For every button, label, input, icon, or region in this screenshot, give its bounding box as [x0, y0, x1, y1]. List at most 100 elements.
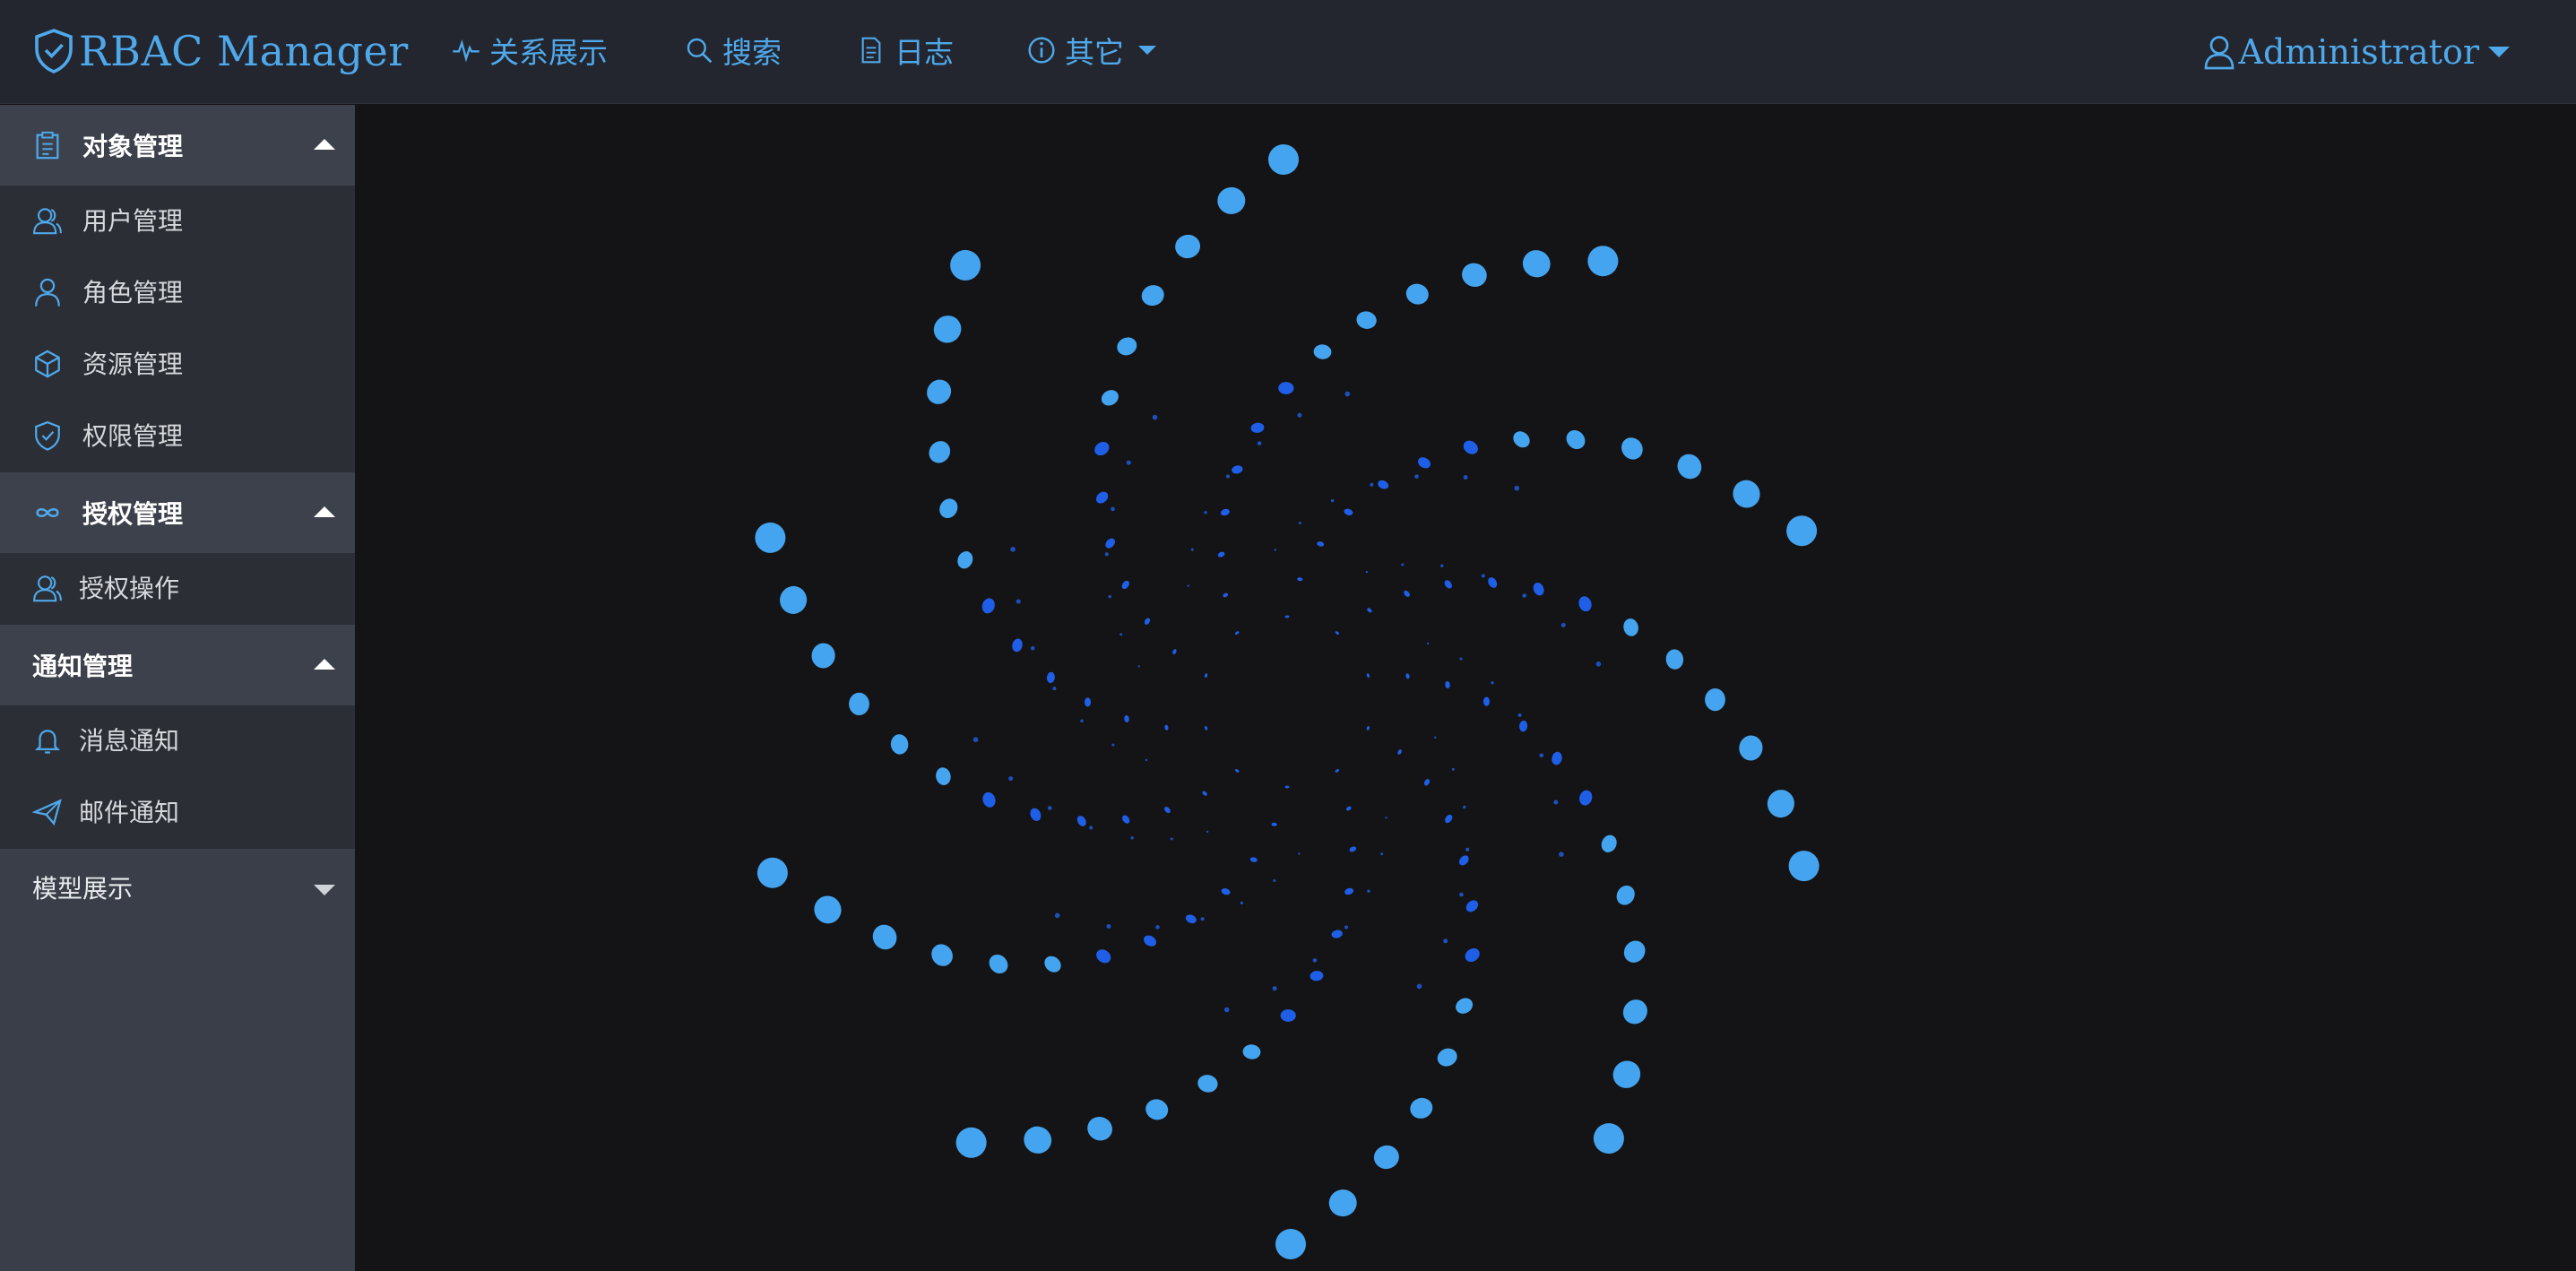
sidebar-item-resources[interactable]: 资源管理	[0, 329, 355, 401]
clipboard-icon	[36, 131, 59, 160]
spinner-dot	[1145, 1099, 1169, 1120]
spinner-dot	[1456, 998, 1474, 1014]
spinner-dot	[1593, 1123, 1624, 1154]
sidebar-group-label: 模型展示	[32, 874, 134, 904]
spinner-trail-dot	[1414, 474, 1419, 479]
loading-spinner	[755, 144, 1820, 1259]
chevron-down-icon	[1138, 46, 1156, 55]
spinner-trail-dot	[1155, 925, 1160, 929]
spinner-trail-dot	[1145, 758, 1148, 762]
spinner-trail-dot	[1553, 800, 1559, 805]
spinner-dot	[1437, 1048, 1457, 1067]
pulse-icon	[453, 39, 480, 63]
spinner-dot	[1313, 344, 1332, 359]
sidebar-item-messages[interactable]: 消息通知	[0, 705, 355, 777]
spinner-dot	[1519, 720, 1528, 732]
spinner-dot	[1331, 929, 1343, 938]
sidebar-item-mail[interactable]: 邮件通知	[0, 777, 355, 849]
nav-other-dropdown[interactable]: 其它	[1027, 27, 1156, 73]
spinner-trail-dot	[1257, 441, 1262, 445]
spinner-trail-dot	[1459, 657, 1463, 661]
spinner-dot	[1405, 673, 1410, 679]
spinner-dot	[1405, 283, 1429, 305]
spinner-trail-dot	[1539, 753, 1544, 758]
spinner-trail-dot	[1344, 391, 1351, 397]
sidebar-item-users[interactable]: 用户管理	[0, 186, 355, 257]
spinner-dot	[1012, 638, 1023, 653]
spinner-trail-dot	[1312, 958, 1318, 963]
spinner-dot	[1335, 631, 1340, 636]
spinner-trail-dot	[1274, 549, 1276, 551]
spinner-trail-dot	[1380, 852, 1384, 856]
sidebar-item-label: 授权操作	[79, 574, 180, 603]
nav-relations[interactable]: 关系展示	[452, 27, 608, 73]
sidebar-group-label: 通知管理	[32, 652, 134, 681]
spinner-dot	[1665, 649, 1684, 670]
spinner-trail-dot	[1440, 564, 1444, 567]
spinner-trail-dot	[1226, 474, 1230, 479]
spinner-dot	[1418, 457, 1431, 469]
nav-search-label: 搜索	[722, 35, 782, 70]
spinner-dot	[1733, 480, 1760, 508]
spinner-dot	[1310, 971, 1324, 981]
bell-icon	[34, 730, 61, 754]
sidebar-item-authorize-operation[interactable]: 授权操作	[0, 553, 355, 625]
spinner-dot	[1144, 618, 1151, 625]
spinner-dot	[1587, 246, 1619, 277]
sidebar-item-roles[interactable]: 角色管理	[0, 257, 355, 329]
spinner-dot	[955, 1127, 987, 1158]
spinner-dot	[1275, 1229, 1306, 1259]
spinner-dot	[1366, 673, 1370, 679]
nav-relations-label: 关系展示	[489, 35, 608, 70]
nav-search[interactable]: 搜索	[685, 27, 782, 73]
spinner-dot	[1046, 671, 1055, 684]
spinner-dot	[1788, 851, 1820, 882]
spinner-dot	[981, 598, 995, 614]
sidebar-group-notifications[interactable]: 通知管理	[0, 625, 355, 705]
spinner-dot	[982, 791, 996, 808]
shield-check-icon	[35, 420, 60, 451]
spinner-dot	[1458, 855, 1469, 866]
spinner-dot	[1121, 580, 1129, 590]
spinner-dot	[1117, 337, 1137, 356]
spinner-dot	[1786, 515, 1818, 547]
spinner-dot	[890, 734, 909, 755]
spinner-dot	[1601, 834, 1617, 852]
spinner-trail-dot	[1190, 548, 1194, 551]
info-icon	[1028, 37, 1055, 64]
spinner-dot	[939, 498, 958, 519]
nav-logs[interactable]: 日志	[857, 27, 954, 73]
user-menu[interactable]: Administrator	[2203, 27, 2510, 77]
sidebar-item-label: 消息通知	[79, 726, 180, 756]
spinner-trail-dot	[1104, 552, 1109, 557]
spinner-dot	[1232, 465, 1243, 474]
spinner-trail-dot	[1111, 743, 1115, 747]
sidebar-group-models[interactable]: 模型展示	[0, 849, 355, 929]
chevron-up-icon	[314, 139, 335, 150]
nav-logs-label: 日志	[895, 35, 954, 70]
spinner-dot	[931, 944, 953, 966]
spinner-dot	[1317, 541, 1325, 547]
spinner-dot	[1328, 1189, 1357, 1217]
sidebar-group-authorization[interactable]: 授权管理	[0, 472, 355, 553]
sidebar-item-label: 资源管理	[82, 350, 184, 379]
spinner-dot	[755, 522, 786, 553]
spinner-dot	[1378, 480, 1389, 489]
spinner-dot	[1223, 592, 1229, 598]
spinner-dot	[1356, 311, 1377, 329]
sidebar-item-permissions[interactable]: 权限管理	[0, 401, 355, 472]
spinner-dot	[1566, 429, 1586, 450]
spinner-trail-dot	[1052, 687, 1057, 691]
sidebar-group-objects[interactable]: 对象管理	[0, 105, 355, 186]
spinner-trail-dot	[1108, 594, 1111, 599]
brand[interactable]: RBAC Manager	[32, 22, 409, 81]
chevron-down-icon	[314, 885, 335, 895]
spinner-trail-dot	[1298, 852, 1301, 855]
spinner-dot	[1345, 806, 1352, 811]
spinner-dot	[1030, 808, 1042, 821]
cube-icon	[35, 350, 60, 378]
spinner-trail-dot	[1204, 511, 1207, 514]
spinner-trail-dot	[1481, 574, 1485, 578]
spinner-trail-dot	[1010, 547, 1016, 552]
spinner-dot	[1144, 935, 1156, 947]
